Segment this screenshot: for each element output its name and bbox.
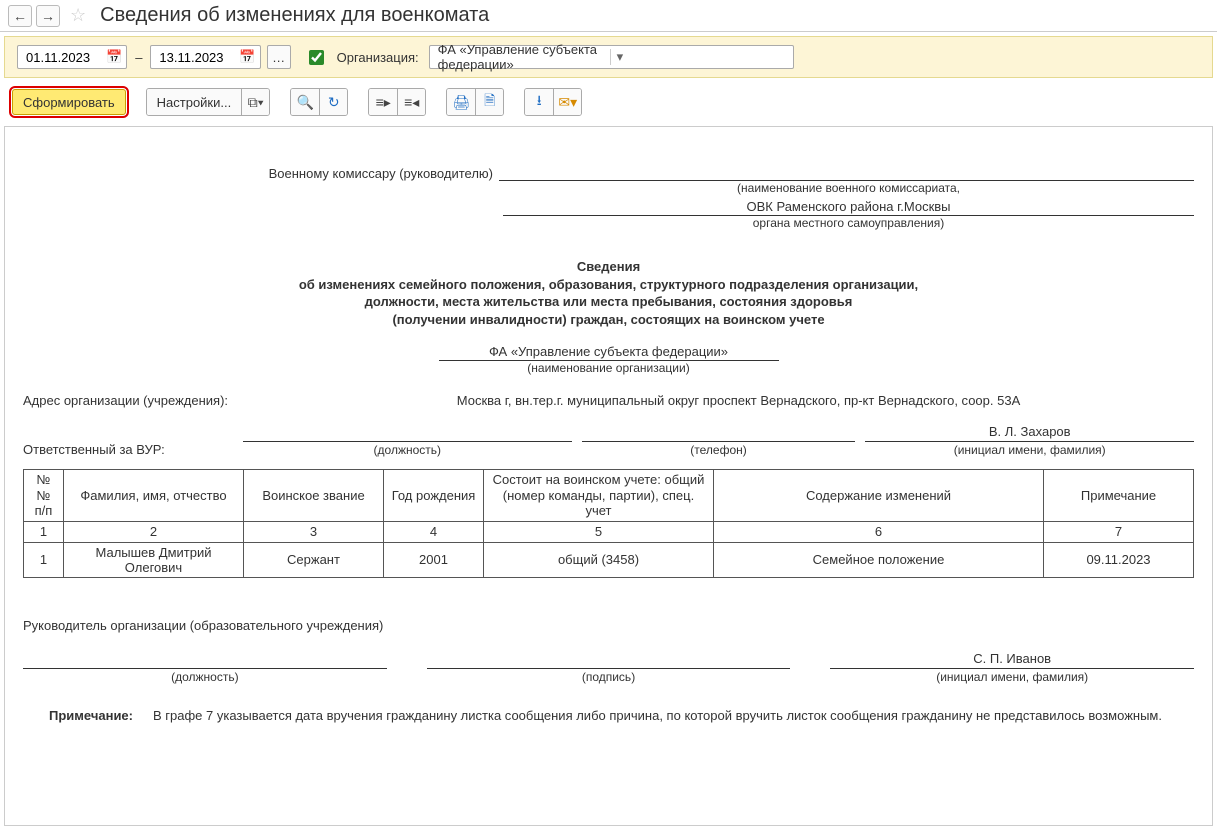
colnum-4: 4 bbox=[384, 521, 484, 542]
sign-name-line: С. П. Иванов bbox=[830, 651, 1194, 669]
chevron-down-icon[interactable]: ▾ bbox=[610, 49, 789, 65]
print-button[interactable]: 🖨 bbox=[447, 89, 475, 115]
download-icon: ⭳ bbox=[537, 90, 542, 114]
org-hint: (наименование организации) bbox=[23, 361, 1194, 375]
footnote-label: Примечание: bbox=[23, 708, 133, 723]
addressee-line bbox=[499, 165, 1194, 181]
arrow-left-icon: ← bbox=[13, 8, 27, 24]
header-bar: ← → ☆ Сведения об изменениях для военком… bbox=[0, 0, 1217, 32]
ovk-hint: органа местного самоуправления) bbox=[503, 216, 1194, 230]
addressee-hint: (наименование военного комиссариата, bbox=[503, 181, 1194, 195]
copy-icon: ⧉▾ bbox=[248, 94, 264, 111]
responsible-label: Ответственный за ВУР: bbox=[23, 442, 233, 457]
org-name: ФА «Управление субъекта федерации» bbox=[439, 344, 779, 361]
th-change: Содержание изменений bbox=[714, 470, 1044, 522]
responsible-name-line: В. Л. Захаров bbox=[865, 424, 1194, 442]
th-reg: Состоит на воинском учете: общий (номер … bbox=[484, 470, 714, 522]
arrow-right-icon: → bbox=[41, 8, 55, 24]
document-area: Военному комиссару (руководителю) (наиме… bbox=[4, 126, 1213, 826]
expand-icon: ≡▸ bbox=[376, 94, 391, 111]
document-icon: 🗎 bbox=[484, 90, 495, 114]
addressee-label: Военному комиссару (руководителю) bbox=[23, 166, 499, 181]
colnum-5: 5 bbox=[484, 521, 714, 542]
date-to-input[interactable] bbox=[157, 49, 235, 66]
th-note: Примечание bbox=[1044, 470, 1194, 522]
search-icon: 🔍 bbox=[297, 94, 314, 111]
sign-post-caption: (должность) bbox=[23, 670, 387, 684]
settings-variants-button[interactable]: ⧉▾ bbox=[241, 89, 269, 115]
cell-change: Семейное положение bbox=[714, 542, 1044, 577]
print-preview-button[interactable]: 🗎 bbox=[475, 89, 503, 115]
calendar-icon[interactable]: 📅 bbox=[235, 49, 255, 65]
responsible-post-caption: (должность) bbox=[243, 443, 572, 457]
date-to-field[interactable]: 📅 bbox=[150, 45, 260, 69]
date-from-input[interactable] bbox=[24, 49, 102, 66]
find-button[interactable]: 🔍 bbox=[291, 89, 319, 115]
responsible-phone-caption: (телефон) bbox=[582, 443, 856, 457]
collapse-icon: ≡◂ bbox=[404, 94, 419, 111]
settings-button[interactable]: Настройки... bbox=[147, 89, 242, 115]
th-fio: Фамилия, имя, отчество bbox=[64, 470, 244, 522]
data-table: № № п/п Фамилия, имя, отчество Воинское … bbox=[23, 469, 1194, 577]
sign-name-caption: (инициал имени, фамилия) bbox=[830, 670, 1194, 684]
footer-head: Руководитель организации (образовательно… bbox=[23, 618, 1194, 633]
colnum-3: 3 bbox=[244, 521, 384, 542]
footnote-text: В графе 7 указывается дата вручения граж… bbox=[153, 708, 1194, 723]
title-line-1: Сведения bbox=[23, 258, 1194, 276]
favorite-star-icon[interactable]: ☆ bbox=[64, 5, 92, 26]
settings-group: Настройки... ⧉▾ bbox=[146, 88, 271, 116]
toolbar: Сформировать Настройки... ⧉▾ 🔍 ↻ ≡▸ ≡◂ 🖨… bbox=[0, 82, 1217, 122]
report-title: Сведения об изменениях семейного положен… bbox=[23, 258, 1194, 328]
collapse-all-button[interactable]: ≡◂ bbox=[397, 89, 425, 115]
th-rank: Воинское звание bbox=[244, 470, 384, 522]
cell-reg: общий (3458) bbox=[484, 542, 714, 577]
org-filter-label: Организация: bbox=[337, 50, 419, 65]
envelope-icon: ✉▾ bbox=[558, 94, 577, 111]
sign-signature-line bbox=[427, 651, 791, 669]
cell-year: 2001 bbox=[384, 542, 484, 577]
date-range-picker-button[interactable]: … bbox=[267, 45, 291, 69]
cell-note: 09.11.2023 bbox=[1044, 542, 1194, 577]
expand-all-button[interactable]: ≡▸ bbox=[369, 89, 397, 115]
colnum-6: 6 bbox=[714, 521, 1044, 542]
address-label: Адрес организации (учреждения): bbox=[23, 393, 283, 408]
responsible-post-line bbox=[243, 424, 572, 442]
cell-fio: Малышев Дмитрий Олегович bbox=[64, 542, 244, 577]
sign-post-line bbox=[23, 651, 387, 669]
date-range-dash: – bbox=[135, 50, 142, 65]
date-from-field[interactable]: 📅 bbox=[17, 45, 127, 69]
forward-button[interactable]: → bbox=[36, 5, 60, 27]
generate-button[interactable]: Сформировать bbox=[12, 89, 126, 115]
refresh-search-button[interactable]: ↻ bbox=[319, 89, 347, 115]
responsible-phone-line bbox=[582, 424, 856, 442]
sign-signature-caption: (подпись) bbox=[427, 670, 791, 684]
calendar-icon[interactable]: 📅 bbox=[102, 49, 122, 65]
responsible-name-caption: (инициал имени, фамилия) bbox=[865, 443, 1194, 457]
filter-bar: 📅 – 📅 … Организация: ФА «Управление субъ… bbox=[4, 36, 1213, 78]
cell-rank: Сержант bbox=[244, 542, 384, 577]
org-select[interactable]: ФА «Управление субъекта федерации» ▾ bbox=[429, 45, 794, 69]
title-line-4: (получении инвалидности) граждан, состоя… bbox=[23, 311, 1194, 329]
save-button[interactable]: ⭳ bbox=[525, 89, 553, 115]
printer-icon: 🖨 bbox=[452, 94, 470, 111]
colnum-2: 2 bbox=[64, 521, 244, 542]
colnum-7: 7 bbox=[1044, 521, 1194, 542]
back-button[interactable]: ← bbox=[8, 5, 32, 27]
title-line-2: об изменениях семейного положения, образ… bbox=[23, 276, 1194, 294]
th-year: Год рождения bbox=[384, 470, 484, 522]
address-value: Москва г, вн.тер.г. муниципальный округ … bbox=[283, 393, 1194, 408]
org-select-value: ФА «Управление субъекта федерации» bbox=[438, 42, 610, 72]
org-filter-checkbox[interactable] bbox=[309, 50, 324, 65]
colnum-1: 1 bbox=[24, 521, 64, 542]
send-email-button[interactable]: ✉▾ bbox=[553, 89, 581, 115]
page-title: Сведения об изменениях для военкомата bbox=[100, 4, 489, 27]
table-row: 1 Малышев Дмитрий Олегович Сержант 2001 … bbox=[24, 542, 1194, 577]
ovk-value: ОВК Раменского района г.Москвы bbox=[503, 199, 1194, 216]
th-num: № № п/п bbox=[24, 470, 64, 522]
title-line-3: должности, места жительства или места пр… bbox=[23, 293, 1194, 311]
refresh-icon: ↻ bbox=[328, 94, 340, 111]
cell-n: 1 bbox=[24, 542, 64, 577]
